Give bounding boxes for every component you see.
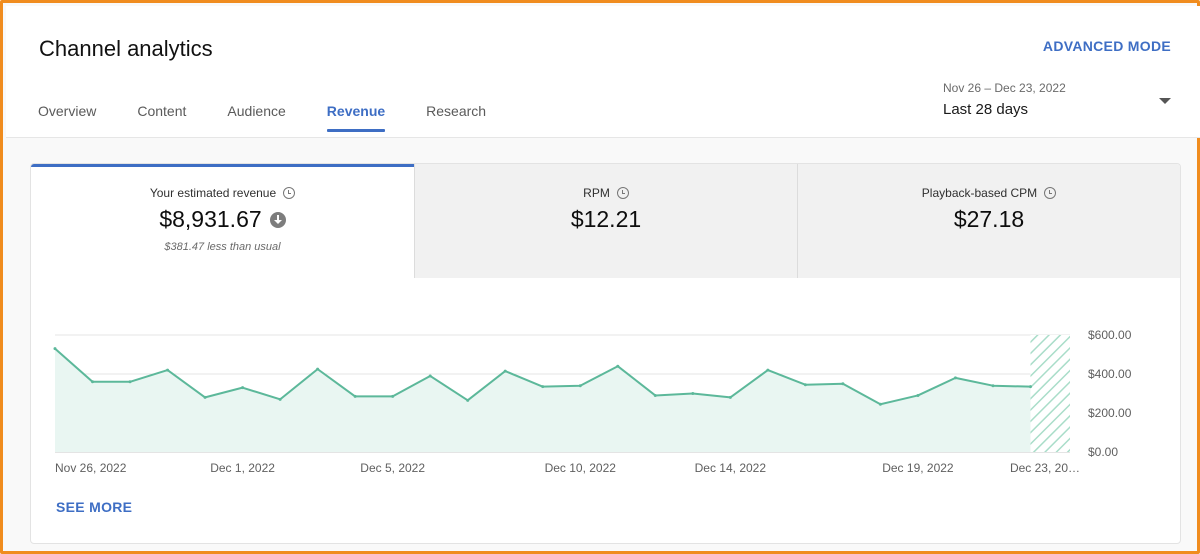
area-fill [55, 348, 1031, 452]
data-point [91, 380, 95, 384]
data-point [241, 386, 245, 390]
data-point [953, 376, 957, 380]
date-range-text: Nov 26 – Dec 23, 2022 [943, 81, 1066, 95]
x-tick-label: Dec 23, 20… [1010, 461, 1080, 475]
data-point [128, 380, 132, 384]
tab-overview[interactable]: Overview [38, 103, 96, 131]
x-tick-label: Dec 19, 2022 [882, 461, 954, 475]
revenue-chart: $600.00 $400.00 $200.00 $0.00 Nov 26, 2022 D… [53, 328, 1132, 475]
data-point [728, 395, 732, 399]
y-tick-label: $0.00 [1088, 445, 1118, 459]
data-point [428, 374, 432, 378]
x-tick-label: Dec 5, 2022 [360, 461, 425, 475]
data-point [1028, 385, 1032, 389]
y-tick-label: $600.00 [1088, 328, 1132, 342]
data-point [878, 402, 882, 406]
screenshot-frame: Channel analytics ADVANCED MODE Overview… [0, 0, 1200, 554]
dropdown-caret-icon [1159, 98, 1171, 104]
data-point [541, 385, 545, 389]
analytics-header: Channel analytics ADVANCED MODE Overview… [6, 6, 1200, 138]
x-tick-label: Dec 14, 2022 [695, 461, 767, 475]
data-point [616, 364, 620, 368]
tab-content[interactable]: Content [137, 103, 186, 131]
tab-audience[interactable]: Audience [227, 103, 285, 131]
data-point [653, 393, 657, 397]
tab-bar: Overview Content Audience Revenue Resear… [38, 103, 527, 132]
x-tick-label: Dec 1, 2022 [210, 461, 275, 475]
data-point [503, 369, 507, 373]
data-point [841, 382, 845, 386]
page-title: Channel analytics [39, 36, 213, 61]
date-range-label: Last 28 days [943, 101, 1029, 118]
advanced-mode-button[interactable]: ADVANCED MODE [1043, 38, 1171, 54]
data-point [466, 398, 470, 402]
y-tick-label: $400.00 [1088, 367, 1132, 381]
x-tick-label: Nov 26, 2022 [55, 461, 127, 475]
data-point [916, 393, 920, 397]
data-point [53, 347, 57, 351]
tab-revenue[interactable]: Revenue [326, 103, 386, 132]
data-point [166, 368, 170, 372]
tab-research[interactable]: Research [426, 103, 486, 131]
see-more-link[interactable]: SEE MORE [56, 499, 132, 515]
data-point [803, 383, 807, 387]
y-tick-label: $200.00 [1088, 406, 1132, 420]
revenue-card: Your estimated revenue $8,931.67 $381.47… [30, 163, 1181, 544]
data-point [578, 384, 582, 388]
partial-data-band [1030, 335, 1070, 452]
x-tick-label: Dec 10, 2022 [545, 461, 617, 475]
data-point [203, 395, 207, 399]
data-point [691, 392, 695, 395]
data-point [316, 367, 320, 371]
data-point [391, 394, 395, 398]
data-point [353, 394, 357, 398]
data-point [991, 384, 995, 388]
data-point [766, 368, 770, 372]
date-range-picker[interactable]: Nov 26 – Dec 23, 2022 Last 28 days [943, 81, 1173, 125]
data-point [278, 397, 282, 401]
